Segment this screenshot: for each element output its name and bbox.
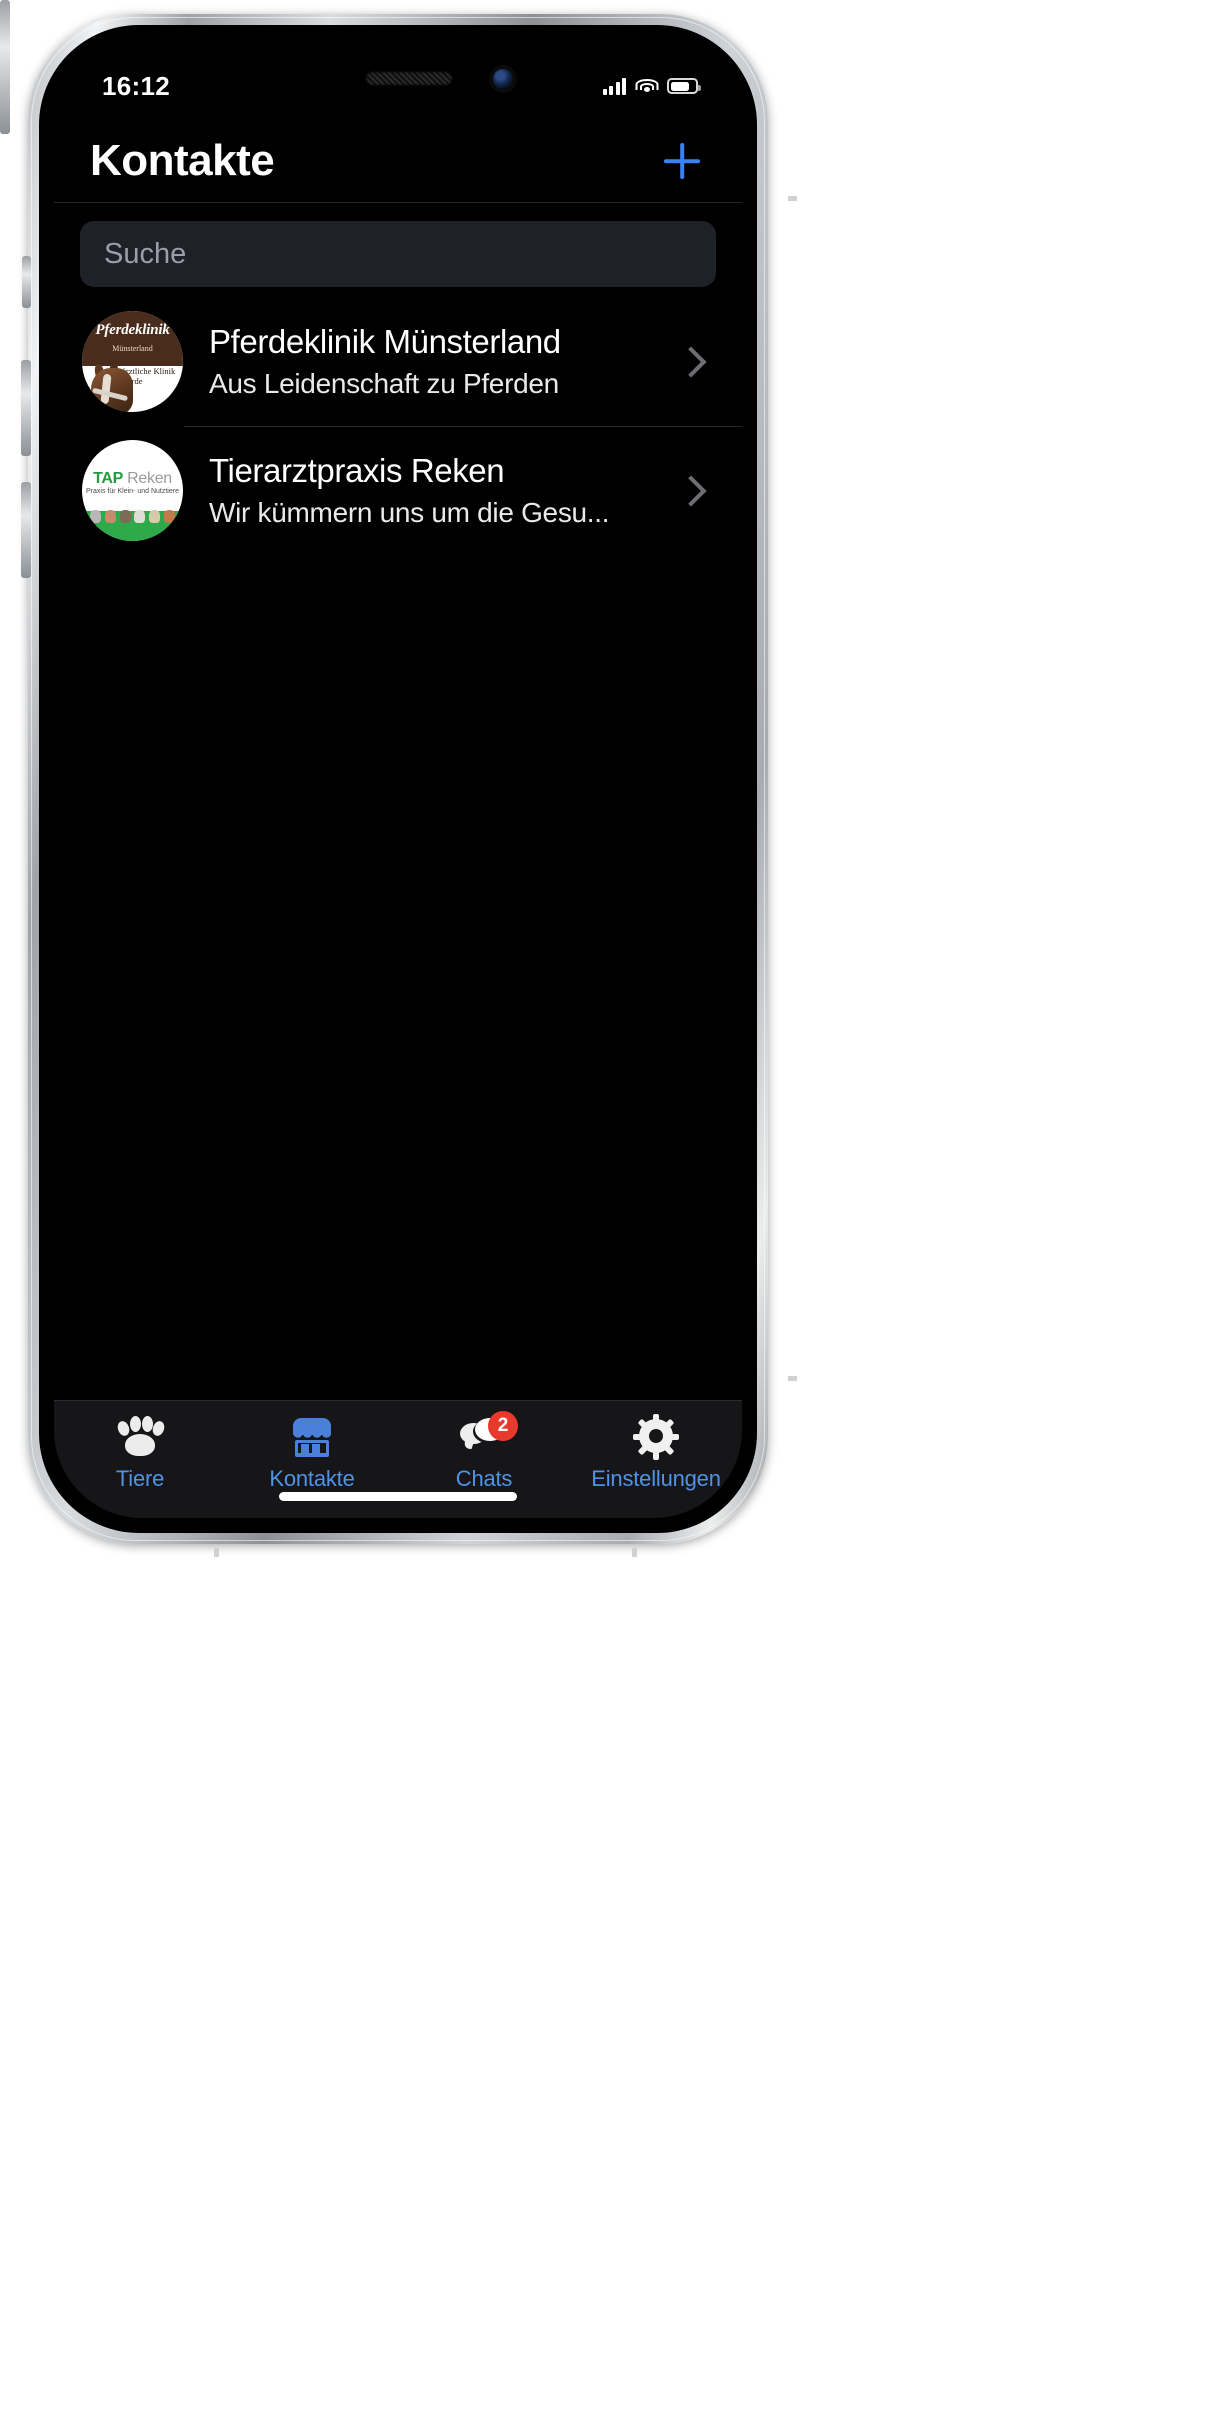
volume-down-button[interactable] [21, 482, 31, 578]
chevron-right-icon [675, 345, 707, 378]
avatar-logo-mark: TAP [93, 470, 123, 488]
battery-icon [667, 78, 701, 94]
gear-icon [630, 1414, 682, 1460]
home-indicator[interactable] [279, 1492, 517, 1501]
avatar-logo-line1: TAP Reken [82, 470, 183, 488]
avatar-animals-strip [90, 503, 175, 523]
contact-subtitle: Aus Leidenschaft zu Pferden [209, 368, 559, 399]
storefront-icon [286, 1415, 338, 1459]
list-item[interactable]: TAP Reken Praxis für Klein- und Nutztier… [54, 426, 742, 555]
search-placeholder: Suche [104, 237, 187, 270]
antenna-line [214, 1548, 219, 1557]
contacts-list: Pferdeklinik Münsterland Tierärztliche K… [54, 297, 742, 1400]
power-button[interactable] [0, 0, 10, 134]
tab-label: Einstellungen [591, 1466, 721, 1491]
chevron-right-icon [675, 474, 707, 507]
contacts-app: Kontakte Suche Pferdeklinik Münsterland … [54, 40, 742, 1518]
status-bar: 16:12 [54, 40, 742, 110]
antenna-line [788, 1376, 797, 1381]
tab-label: Kontakte [269, 1466, 355, 1491]
avatar-logo-line2: Münsterland [112, 344, 153, 354]
list-item[interactable]: Pferdeklinik Münsterland Tierärztliche K… [54, 297, 742, 426]
volume-up-button[interactable] [21, 360, 31, 456]
avatar: TAP Reken Praxis für Klein- und Nutztier… [82, 440, 183, 541]
tab-einstellungen[interactable]: Einstellungen [570, 1414, 742, 1492]
status-badge: 2 [488, 1411, 518, 1441]
search-input[interactable]: Suche [80, 221, 716, 287]
plus-icon[interactable] [658, 137, 706, 185]
status-bar-clock: 16:12 [102, 70, 170, 101]
tab-chats[interactable]: 2 Chats [398, 1411, 570, 1492]
page-title: Kontakte [90, 136, 275, 185]
antenna-line [632, 1548, 637, 1557]
list-item-text: Tierarztpraxis Reken Wir kümmern uns um … [183, 452, 680, 529]
chat-bubbles-icon: 2 [458, 1411, 518, 1459]
list-item-text: Pferdeklinik Münsterland Aus Leidenschaf… [183, 323, 680, 400]
tab-label: Chats [455, 1466, 513, 1491]
silent-switch-button[interactable] [22, 256, 31, 308]
contact-name: Tierarztpraxis Reken [209, 452, 505, 489]
avatar: Pferdeklinik Münsterland Tierärztliche K… [82, 311, 183, 412]
search-bar-container: Suche [54, 203, 742, 297]
avatar-logo-line2: Praxis für Klein- und Nutztiere [86, 488, 179, 496]
wifi-icon [635, 78, 658, 95]
tab-kontakte[interactable]: Kontakte [226, 1415, 398, 1492]
paw-icon [114, 1415, 167, 1459]
status-bar-indicators [602, 77, 701, 95]
avatar-logo-word: Reken [123, 470, 172, 488]
contact-name: Pferdeklinik Münsterland [209, 323, 561, 360]
screenshot-canvas: 16:12 Kontakte Suche Pferdeklinik Münste… [0, 0, 1225, 2424]
phone-screen: 16:12 Kontakte Suche Pferdeklinik Münste… [54, 40, 742, 1518]
contact-subtitle: Wir kümmern uns um die Gesu... [209, 497, 610, 528]
tab-label: Tiere [115, 1466, 165, 1491]
tab-tiere[interactable]: Tiere [54, 1415, 226, 1492]
cellular-bars-icon [602, 77, 626, 95]
antenna-line [788, 196, 797, 201]
avatar-logo-line1: Pferdeklinik [95, 322, 170, 339]
